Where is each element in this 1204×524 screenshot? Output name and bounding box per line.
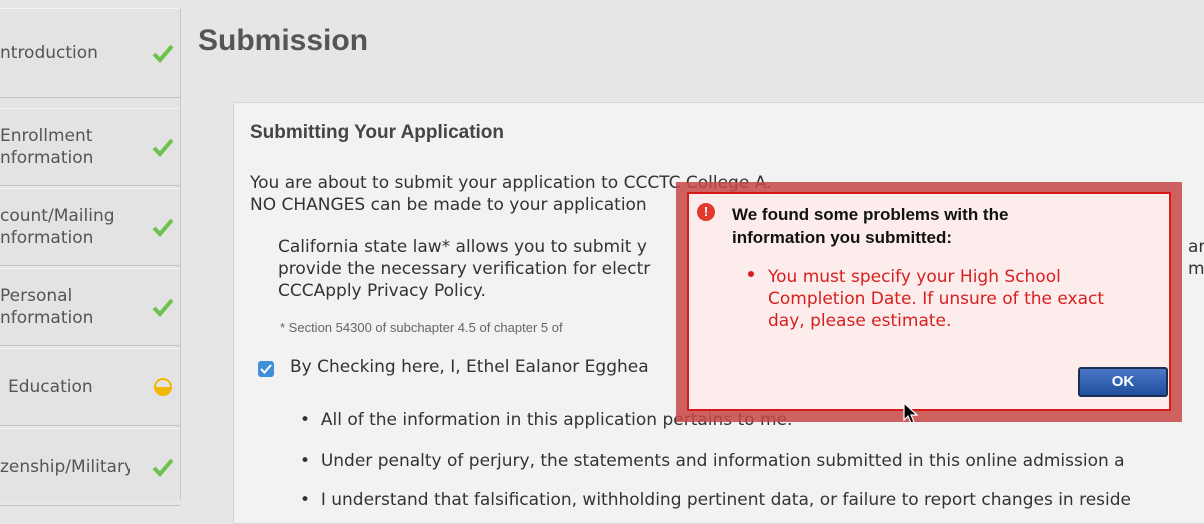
list-item: • Under penalty of perjury, the statemen… bbox=[300, 451, 1125, 471]
sidebar-item-label: ntroduction bbox=[0, 43, 98, 63]
card-title: Submitting Your Application bbox=[250, 122, 505, 143]
check-icon bbox=[152, 138, 174, 157]
dialog-message: You must specify your High School Comple… bbox=[768, 267, 1105, 331]
bullet-icon bbox=[748, 271, 754, 277]
list-item-text: Under penalty of perjury, the statements… bbox=[320, 451, 1125, 471]
checkmark-icon bbox=[260, 364, 272, 374]
list-item: • I understand that falsification, withh… bbox=[300, 490, 1132, 510]
ok-button[interactable]: OK bbox=[1078, 367, 1168, 397]
list-item-text: I understand that falsification, withhol… bbox=[320, 490, 1132, 510]
page-title: Submission bbox=[198, 24, 369, 57]
check-icon bbox=[152, 218, 174, 237]
agreement-label: By Checking here, I, Ethel Ealanor Egghe… bbox=[290, 357, 649, 377]
sidebar-item-account-mailing[interactable]: count/Mailing nformation bbox=[0, 188, 180, 266]
half-circle-icon bbox=[154, 378, 172, 396]
footnote: * Section 54300 of subchapter 4.5 of cha… bbox=[280, 320, 563, 335]
state-law-text: California state law* allows you to subm… bbox=[278, 237, 651, 301]
dialog-heading: We found some problems with the informat… bbox=[732, 205, 1009, 247]
check-icon bbox=[152, 458, 174, 477]
sidebar-nav: ntroduction Enrollment nformation count/… bbox=[0, 8, 181, 506]
sidebar-item-personal[interactable]: Personal nformation bbox=[0, 268, 180, 346]
agreement-checkbox[interactable] bbox=[258, 361, 274, 377]
sidebar-item-label: count/Mailing nformation bbox=[0, 206, 115, 248]
sidebar-item-label: Education bbox=[8, 377, 93, 397]
mouse-cursor-icon bbox=[903, 402, 919, 424]
state-law-text-right: ar ma bbox=[1188, 237, 1204, 279]
sidebar-item-label: zenship/Military bbox=[0, 457, 130, 477]
check-icon bbox=[152, 298, 174, 317]
sidebar-item-introduction[interactable]: ntroduction bbox=[0, 8, 180, 98]
sidebar-item-label: Personal nformation bbox=[0, 286, 94, 328]
check-icon bbox=[152, 44, 174, 63]
sidebar-item-education[interactable]: Education bbox=[0, 348, 180, 426]
sidebar-item-label: Enrollment nformation bbox=[0, 126, 94, 168]
sidebar-item-enrollment[interactable]: Enrollment nformation bbox=[0, 108, 180, 186]
sidebar-item-citizenship-military[interactable]: zenship/Military bbox=[0, 428, 180, 506]
error-icon: ! bbox=[697, 203, 715, 221]
